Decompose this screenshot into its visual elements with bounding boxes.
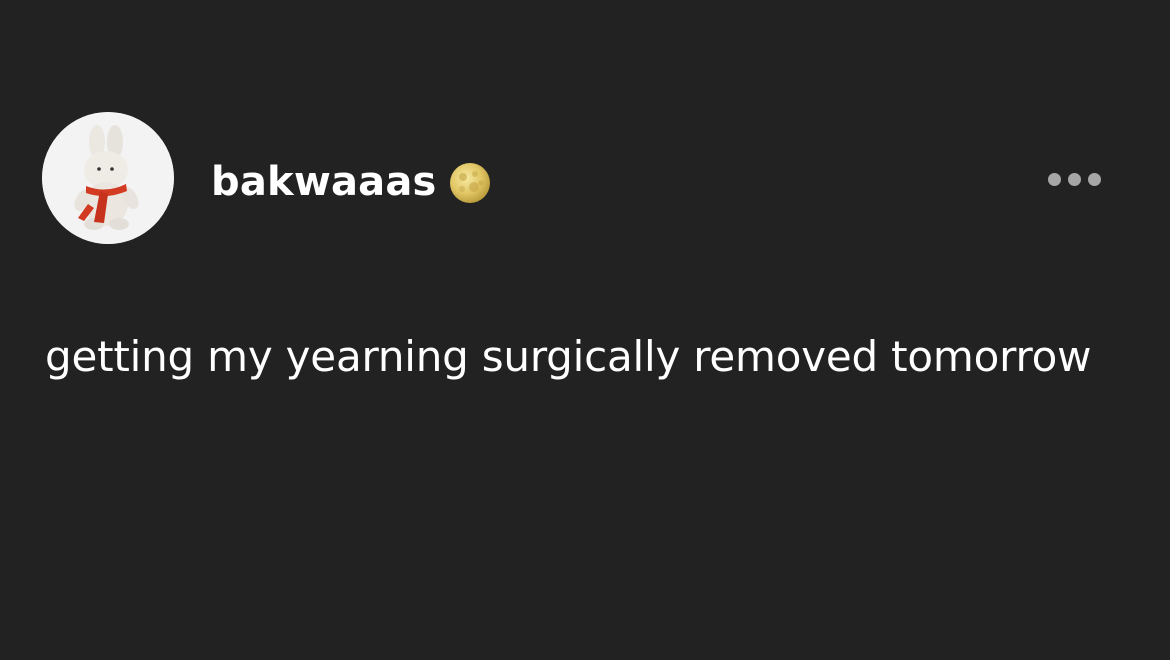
post-card: bakwaaas getting my yearning surgically … (0, 0, 1170, 660)
more-dot (1047, 172, 1061, 186)
more-dot (1067, 172, 1081, 186)
full-moon-icon (448, 161, 492, 205)
author-avatar[interactable] (42, 112, 174, 244)
bunny-plush-icon (42, 112, 174, 244)
more-dot (1087, 172, 1101, 186)
more-options-button[interactable] (1038, 160, 1110, 198)
author-row: bakwaaas (211, 156, 492, 208)
username[interactable]: bakwaaas (211, 159, 437, 205)
post-text: getting my yearning surgically removed t… (45, 332, 1092, 381)
